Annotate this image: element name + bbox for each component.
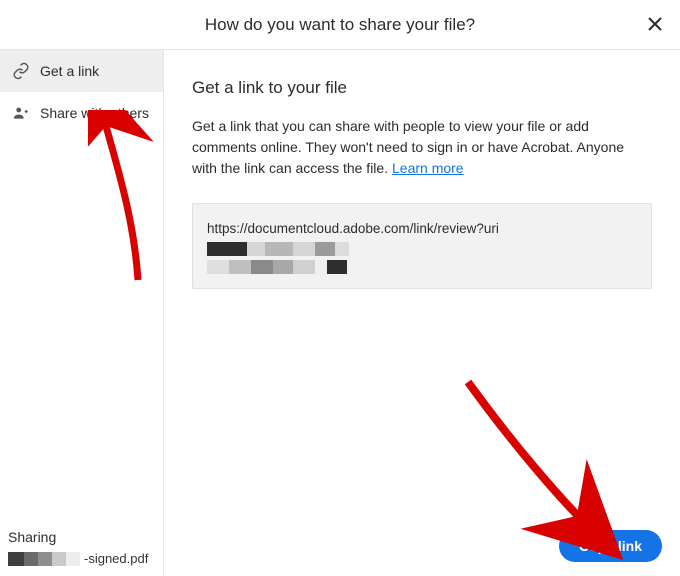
- share-link-box[interactable]: https://documentcloud.adobe.com/link/rev…: [192, 203, 652, 289]
- panel-description: Get a link that you can share with peopl…: [192, 116, 642, 179]
- redacted-url-part-2: [207, 260, 347, 274]
- dialog-header: How do you want to share your file?: [0, 0, 680, 50]
- sidebar-item-label: Share with others: [40, 105, 149, 121]
- link-icon: [12, 62, 30, 80]
- close-icon: [647, 16, 663, 35]
- link-url-text: https://documentcloud.adobe.com/link/rev…: [207, 218, 499, 240]
- sharing-label: Sharing: [8, 529, 155, 545]
- sidebar-footer: Sharing -signed.pdf: [0, 519, 163, 576]
- sidebar-items: Get a link Share with others: [0, 50, 163, 134]
- redacted-url-part-1: [207, 242, 349, 256]
- filename-suffix: -signed.pdf: [84, 551, 148, 566]
- dialog-title: How do you want to share your file?: [205, 15, 475, 35]
- learn-more-link[interactable]: Learn more: [392, 160, 464, 176]
- person-add-icon: [12, 104, 30, 122]
- copy-link-button[interactable]: Copy link: [559, 530, 662, 562]
- close-button[interactable]: [644, 14, 666, 36]
- panel-title: Get a link to your file: [192, 78, 652, 98]
- sidebar: Get a link Share with others Sharing: [0, 50, 164, 576]
- redacted-filename: [8, 552, 80, 566]
- sidebar-item-get-link[interactable]: Get a link: [0, 50, 163, 92]
- dialog-body: Get a link Share with others Sharing: [0, 50, 680, 576]
- sidebar-item-share-others[interactable]: Share with others: [0, 92, 163, 134]
- sharing-file-row: -signed.pdf: [8, 551, 155, 566]
- sidebar-item-label: Get a link: [40, 63, 99, 79]
- main-panel: Get a link to your file Get a link that …: [164, 50, 680, 576]
